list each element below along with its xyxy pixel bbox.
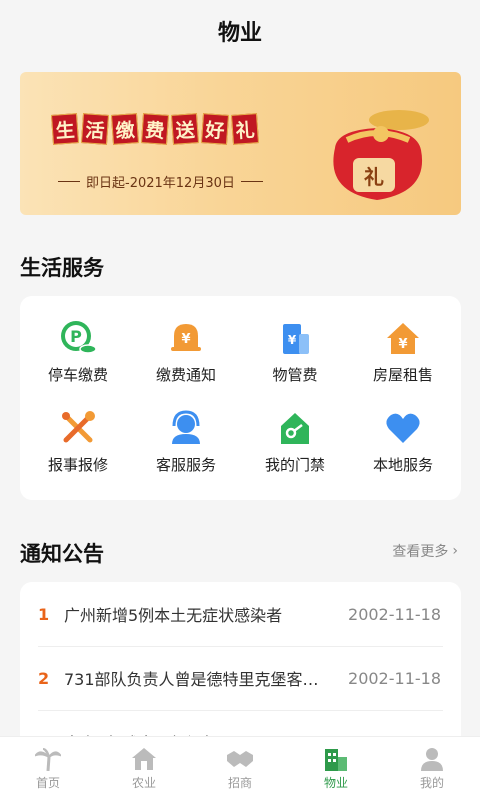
palm-tree-icon xyxy=(35,747,61,771)
tab-label: 物业 xyxy=(323,775,348,790)
tab-mine[interactable]: 我的 xyxy=(384,737,480,800)
service-label: 缴费通知 xyxy=(155,366,216,384)
chevron-right-icon: › xyxy=(452,543,458,559)
service-house-rent[interactable]: ¥ 房屋租售 xyxy=(348,318,458,398)
svg-text:¥: ¥ xyxy=(181,332,190,347)
gift-bag-icon: 礼 xyxy=(333,110,429,200)
service-label: 我的门禁 xyxy=(264,456,325,474)
gift-char: 礼 xyxy=(364,165,384,189)
bottom-tab-bar: 首页 农业 招商 物业 我的 xyxy=(0,736,480,800)
service-label: 报事报修 xyxy=(47,456,108,474)
notice-number: 2 xyxy=(38,668,50,688)
banner-title-char: 费 xyxy=(140,113,170,145)
building-yen-icon: ¥ xyxy=(275,318,315,358)
barn-icon xyxy=(132,747,156,770)
notice-title: 731部队负责人曾是德特里克堡客座教授 xyxy=(64,670,334,689)
notice-title: 广州新增5例本土无症状感染者 xyxy=(64,606,283,625)
service-label: 房屋租售 xyxy=(372,366,433,384)
person-icon xyxy=(421,747,443,771)
banner-title-char: 礼 xyxy=(230,113,260,145)
notices-section-title: 通知公告 xyxy=(20,542,104,566)
bell-yen-icon: ¥ xyxy=(166,318,206,358)
notice-date: 2002-11-18 xyxy=(348,668,441,688)
service-customer-care[interactable]: 客服服务 xyxy=(131,408,241,488)
banner-title: 生 活 缴 费 送 好 礼 xyxy=(50,113,260,145)
key-house-icon xyxy=(275,408,315,448)
tab-home[interactable]: 首页 xyxy=(0,737,96,800)
heart-icon xyxy=(383,408,423,448)
services-section-title: 生活服务 xyxy=(20,256,104,280)
banner-date-range: 即日起-2021年12月30日 xyxy=(86,176,235,191)
notice-number: 1 xyxy=(38,604,50,624)
see-more-link[interactable]: 查看更多 › xyxy=(392,541,458,561)
tab-investment[interactable]: 招商 xyxy=(192,737,288,800)
services-card: P 停车缴费 ¥ 缴费通知 ¥ 物管费 ¥ 房屋租售 报事报修 客服服务 我的门… xyxy=(20,296,461,500)
notice-date: 2002-11-18 xyxy=(348,604,441,624)
promo-banner[interactable]: 生 活 缴 费 送 好 礼 即日起-2021年12月30日 礼 xyxy=(20,72,461,215)
service-parking-pay[interactable]: P 停车缴费 xyxy=(23,318,133,398)
notice-item[interactable]: 1 广州新增5例本土无症状感染者 2002-11-18 xyxy=(20,582,461,646)
service-property-fee[interactable]: ¥ 物管费 xyxy=(240,318,350,398)
page-title: 物业 xyxy=(217,21,262,46)
svg-text:¥: ¥ xyxy=(398,337,407,352)
service-repair[interactable]: 报事报修 xyxy=(23,408,133,488)
tab-property[interactable]: 物业 xyxy=(288,737,384,800)
buildings-icon xyxy=(325,748,347,771)
service-label: 客服服务 xyxy=(155,456,216,474)
tab-label: 首页 xyxy=(35,775,60,790)
notice-item[interactable]: 2 731部队负责人曾是德特里克堡客座教授 2002-11-18 xyxy=(20,646,461,710)
tab-agriculture[interactable]: 农业 xyxy=(96,737,192,800)
service-local[interactable]: 本地服务 xyxy=(348,408,458,488)
service-label: 停车缴费 xyxy=(47,366,108,384)
service-bill-notice[interactable]: ¥ 缴费通知 xyxy=(131,318,241,398)
service-label: 本地服务 xyxy=(372,456,433,474)
service-label: 物管费 xyxy=(272,366,318,384)
banner-subtitle: 即日起-2021年12月30日 xyxy=(58,172,263,191)
service-access-control[interactable]: 我的门禁 xyxy=(240,408,350,488)
page-header: 物业 xyxy=(0,0,480,62)
banner-title-char: 活 xyxy=(80,113,110,145)
tab-label: 农业 xyxy=(131,775,156,790)
banner-title-char: 生 xyxy=(50,113,80,145)
tab-label: 招商 xyxy=(227,775,252,790)
parking-pay-icon: P xyxy=(58,318,98,358)
banner-title-char: 缴 xyxy=(110,113,140,145)
handshake-icon xyxy=(227,750,253,767)
wrench-screwdriver-icon xyxy=(58,408,98,448)
see-more-label: 查看更多 xyxy=(392,544,449,560)
banner-title-char: 送 xyxy=(170,113,200,145)
svg-text:¥: ¥ xyxy=(288,333,297,347)
headset-agent-icon xyxy=(166,408,206,448)
house-yen-icon: ¥ xyxy=(383,318,423,358)
tab-label: 我的 xyxy=(419,775,444,790)
svg-text:P: P xyxy=(70,327,82,346)
banner-title-char: 好 xyxy=(200,113,230,145)
